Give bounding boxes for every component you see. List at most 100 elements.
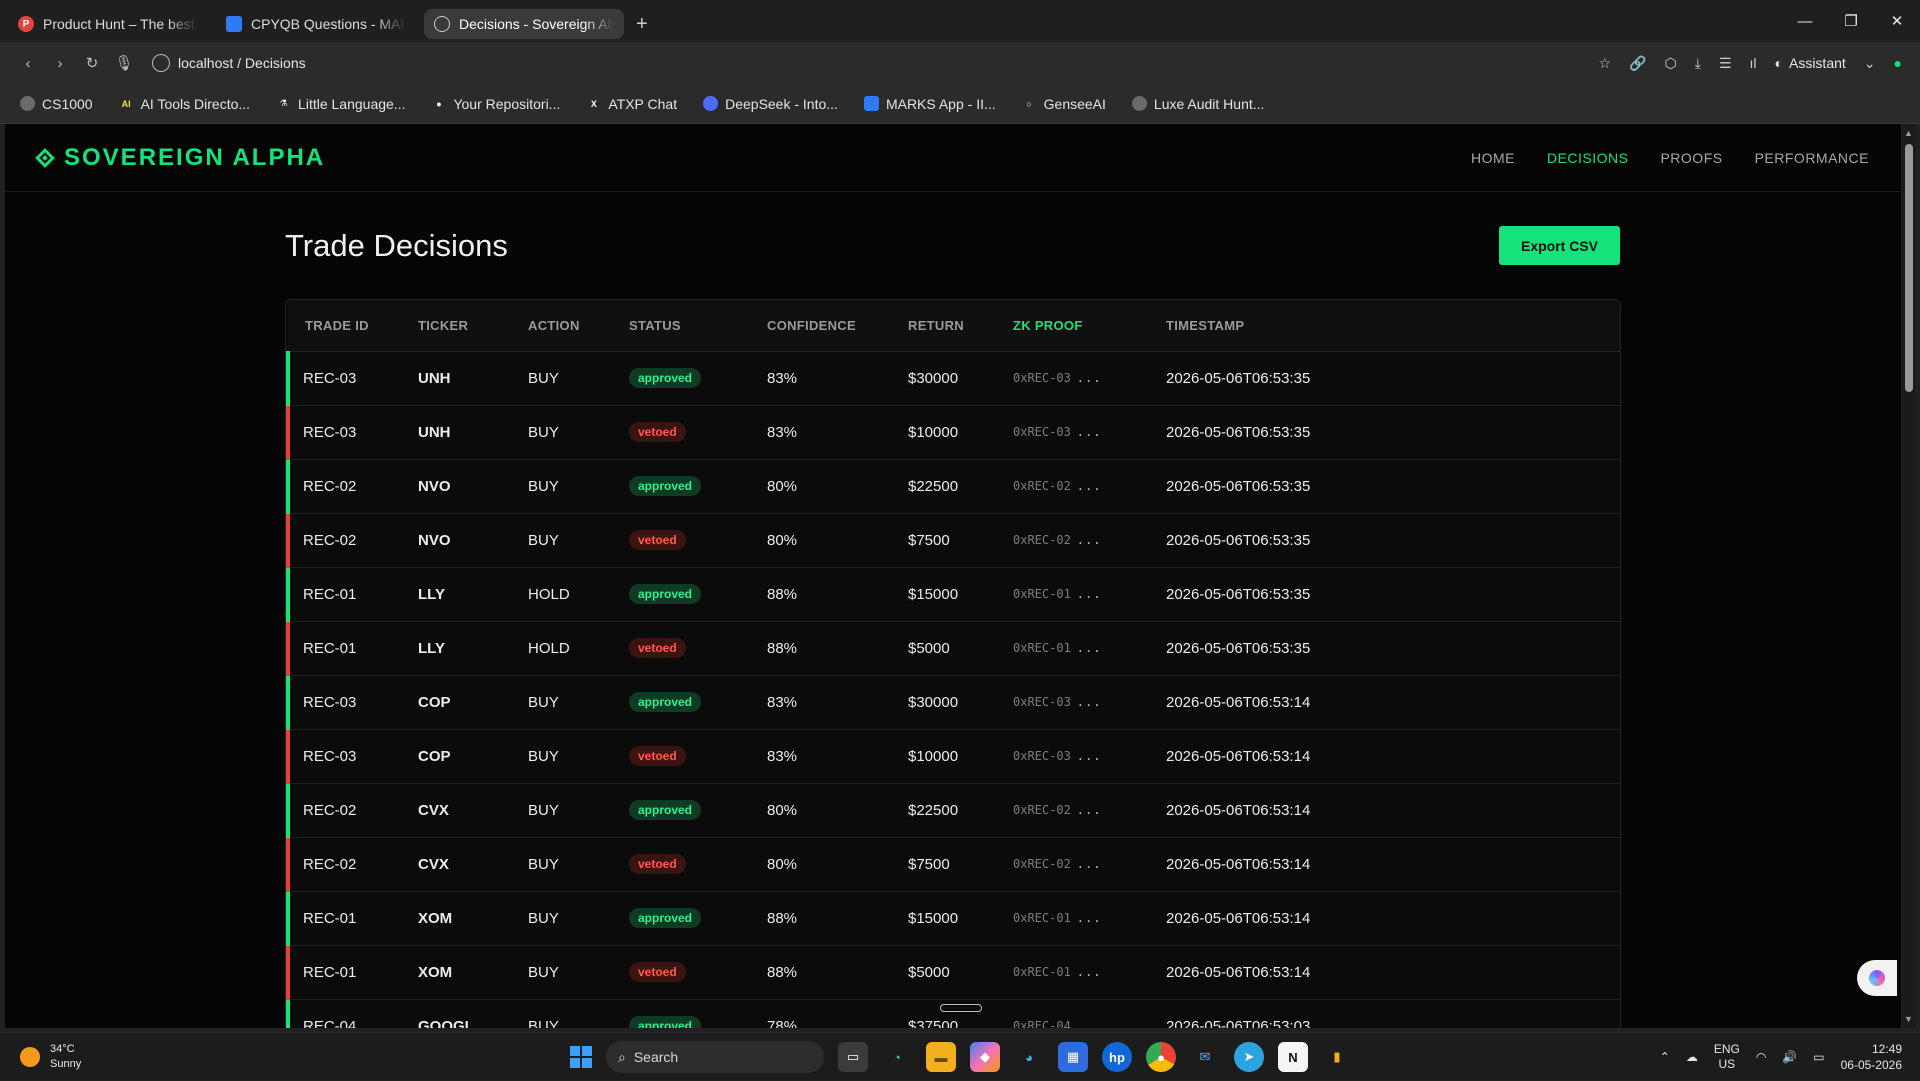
windows-start-icon[interactable] xyxy=(570,1046,592,1068)
scroll-down-icon[interactable]: ▼ xyxy=(1904,1014,1913,1024)
col-trade-id[interactable]: TRADE ID xyxy=(288,300,401,352)
language-indicator[interactable]: ENG US xyxy=(1714,1042,1740,1072)
zk-proof-expand-button[interactable]: ... xyxy=(1077,425,1102,439)
table-row[interactable]: REC-01 XOM BUY vetoed 88% $5000 0xREC-01... 202… xyxy=(286,945,1620,1000)
extensions-icon[interactable]: ⬡ xyxy=(1665,55,1677,72)
new-tab-icon[interactable]: + xyxy=(636,13,648,36)
reading-list-icon[interactable]: ☰ xyxy=(1719,55,1732,72)
chrome-icon[interactable]: ● xyxy=(1146,1042,1176,1072)
browser-tab-active[interactable]: Decisions - Sovereign Alp xyxy=(424,9,624,39)
onedrive-icon[interactable]: ☁ xyxy=(1686,1050,1698,1064)
file-explorer-icon[interactable]: ▬ xyxy=(926,1042,956,1072)
zk-proof-expand-button[interactable]: ... xyxy=(1077,533,1102,547)
col-return[interactable]: RETURN xyxy=(891,300,996,352)
table-row[interactable]: REC-03 COP BUY approved 83% $30000 0xREC-03...… xyxy=(286,675,1620,730)
assistant-floating-button[interactable] xyxy=(1857,960,1897,996)
nav-decisions[interactable]: DECISIONS xyxy=(1547,150,1629,166)
downloads-icon[interactable]: ⤓ xyxy=(1695,55,1701,72)
bookmark-item[interactable]: X ATXP Chat xyxy=(586,96,677,112)
site-info-icon[interactable] xyxy=(152,54,170,72)
wifi-icon[interactable]: ◠ xyxy=(1756,1050,1766,1064)
bookmark-item[interactable]: DeepSeek - Into... xyxy=(703,96,838,112)
nav-proofs[interactable]: PROOFS xyxy=(1660,150,1722,166)
hp-icon[interactable]: hp xyxy=(1102,1042,1132,1072)
browser-tab[interactable]: P Product Hunt – The best n xyxy=(8,9,208,39)
battery-icon[interactable]: ▭ xyxy=(1813,1050,1824,1064)
bookmark-item[interactable]: AI AI Tools Directo... xyxy=(118,96,250,112)
col-zk-proof[interactable]: ZK PROOF xyxy=(996,300,1149,352)
notion-icon[interactable]: N xyxy=(1278,1042,1308,1072)
clock[interactable]: 12:49 06-05-2026 xyxy=(1841,1041,1902,1073)
table-row[interactable]: REC-02 NVO BUY vetoed 80% $7500 0xREC-02... 202… xyxy=(286,513,1620,568)
close-icon[interactable]: ✕ xyxy=(1874,12,1920,30)
nav-home[interactable]: HOME xyxy=(1471,150,1515,166)
brand-logo[interactable]: SOVEREIGN ALPHA xyxy=(35,144,325,172)
zk-proof-expand-button[interactable]: ... xyxy=(1077,857,1102,871)
scroll-up-icon[interactable]: ▲ xyxy=(1904,128,1913,138)
volume-icon[interactable]: 🔊 xyxy=(1782,1050,1797,1064)
col-confidence[interactable]: CONFIDENCE xyxy=(750,300,891,352)
chevron-down-icon[interactable]: ⌄ xyxy=(1864,55,1876,72)
export-csv-button[interactable]: Export CSV xyxy=(1499,226,1620,265)
cell-zk-proof: 0xREC-03... xyxy=(996,405,1149,460)
col-timestamp[interactable]: TIMESTAMP xyxy=(1149,300,1620,352)
bookmark-item[interactable]: CS1000 xyxy=(20,96,93,112)
table-row[interactable]: REC-03 UNH BUY vetoed 83% $10000 0xREC-03... 20… xyxy=(286,405,1620,460)
store-icon[interactable]: ▦ xyxy=(1058,1042,1088,1072)
zk-proof-expand-button[interactable]: ... xyxy=(1077,641,1102,655)
col-status[interactable]: STATUS xyxy=(612,300,750,352)
telegram-icon[interactable]: ➤ xyxy=(1234,1042,1264,1072)
bookmark-star-icon[interactable]: ☆ xyxy=(1599,55,1612,72)
messenger-icon[interactable]: ✉ xyxy=(1190,1042,1220,1072)
zk-proof-expand-button[interactable]: ... xyxy=(1077,965,1102,979)
table-row[interactable]: REC-02 CVX BUY vetoed 80% $7500 0xREC-02... 202… xyxy=(286,837,1620,892)
reload-icon[interactable]: ↻ xyxy=(76,54,108,72)
restore-icon[interactable]: ❐ xyxy=(1828,12,1874,30)
zk-proof-expand-button[interactable]: ... xyxy=(1077,803,1102,817)
product-hunt-icon: P xyxy=(18,16,34,32)
zk-proof-expand-button[interactable]: ... xyxy=(1077,371,1102,385)
chevron-up-icon[interactable]: ⌃ xyxy=(1660,1050,1670,1064)
browser-app-icon[interactable]: ◔ xyxy=(882,1042,912,1072)
forward-icon[interactable]: › xyxy=(44,55,76,72)
col-ticker[interactable]: TICKER xyxy=(401,300,511,352)
edge-icon[interactable]: ◕ xyxy=(1014,1042,1044,1072)
table-row[interactable]: REC-01 LLY HOLD approved 88% $15000 0xREC-01..… xyxy=(286,567,1620,622)
microphone-icon[interactable]: 🎙 xyxy=(108,54,140,72)
cell-ticker: CVX xyxy=(401,837,511,892)
bookmark-item[interactable]: MARKS App - II... xyxy=(863,96,996,112)
page-scrollbar[interactable]: ▲ ▼ xyxy=(1902,124,1916,1028)
back-icon[interactable]: ‹ xyxy=(12,55,44,72)
zk-proof-expand-button[interactable]: ... xyxy=(1077,587,1102,601)
folder-app-icon[interactable]: ▮ xyxy=(1322,1042,1352,1072)
zk-proof-expand-button[interactable]: ... xyxy=(1077,695,1102,709)
audio-icon[interactable]: ıl xyxy=(1750,55,1757,71)
table-row[interactable]: REC-03 COP BUY vetoed 83% $10000 0xREC-03... 20… xyxy=(286,729,1620,784)
nav-performance[interactable]: PERFORMANCE xyxy=(1755,150,1869,166)
share-link-icon[interactable]: 🔗 xyxy=(1629,55,1646,72)
bookmark-item[interactable]: ⚗ Little Language... xyxy=(276,96,406,112)
weather-widget[interactable]: 34°C Sunny xyxy=(20,1042,81,1072)
zk-proof-expand-button[interactable]: ... xyxy=(1077,479,1102,493)
minimize-icon[interactable]: — xyxy=(1782,13,1828,30)
browser-tab[interactable]: CPYQB Questions - MARK xyxy=(216,9,416,39)
profile-icon[interactable]: ● xyxy=(1894,55,1902,71)
bookmark-item[interactable]: ● Your Repositori... xyxy=(431,96,560,112)
bookmark-item[interactable]: Luxe Audit Hunt... xyxy=(1131,96,1264,112)
zk-proof-expand-button[interactable]: ... xyxy=(1077,1019,1102,1028)
task-view-icon[interactable]: ▭ xyxy=(838,1042,868,1072)
assistant-button[interactable]: ◐ Assistant xyxy=(1775,55,1846,71)
table-row[interactable]: REC-01 XOM BUY approved 88% $15000 0xREC-01...… xyxy=(286,891,1620,946)
col-action[interactable]: ACTION xyxy=(511,300,612,352)
table-row[interactable]: REC-03 UNH BUY approved 83% $30000 0xREC-03...… xyxy=(286,351,1620,406)
zk-proof-expand-button[interactable]: ... xyxy=(1077,911,1102,925)
copilot-icon[interactable]: ◆ xyxy=(970,1042,1000,1072)
taskbar-search[interactable]: ⌕ Search xyxy=(606,1041,824,1073)
table-row[interactable]: REC-01 LLY HOLD vetoed 88% $5000 0xREC-01... 20… xyxy=(286,621,1620,676)
table-row[interactable]: REC-02 NVO BUY approved 80% $22500 0xREC-02...… xyxy=(286,459,1620,514)
table-row[interactable]: REC-02 CVX BUY approved 80% $22500 0xREC-02...… xyxy=(286,783,1620,838)
url-field[interactable]: localhost / Decisions xyxy=(152,54,306,72)
scrollbar-thumb[interactable] xyxy=(1905,144,1913,392)
zk-proof-expand-button[interactable]: ... xyxy=(1077,749,1102,763)
bookmark-item[interactable]: ○ GenseeAI xyxy=(1022,96,1105,112)
